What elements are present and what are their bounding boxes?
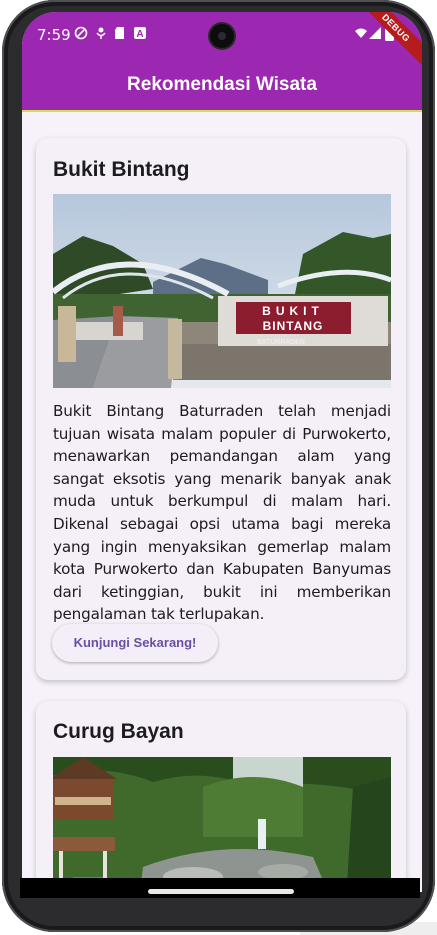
status-time: 7:59 <box>37 26 71 44</box>
destination-description: Bukit Bintang Baturraden telah menjadi t… <box>53 402 391 624</box>
sign-text-line2: BINTANG <box>263 319 324 333</box>
destination-name: Bukit Bintang <box>53 158 190 181</box>
shield-icon <box>74 26 88 40</box>
sd-card-icon <box>115 27 124 39</box>
wifi-icon <box>355 28 367 38</box>
svg-text:A: A <box>136 29 143 40</box>
phone-frame: 7:59 A DEBUG Rekomendasi Wisata Bukit Bi… <box>2 0 435 932</box>
status-bar: 7:59 A DEBUG <box>22 12 422 70</box>
bukit-bintang-photo: BUKIT BINTANG BATURRADEN <box>53 194 391 388</box>
home-gesture-handle[interactable] <box>148 889 294 894</box>
app-bar: 7:59 A DEBUG Rekomendasi Wisata <box>22 12 422 112</box>
signal-icon <box>369 27 381 39</box>
destination-card: Bukit Bintang BUKIT BINTANG BATURRADEN B… <box>36 138 406 680</box>
sign-text-line3: BATURRADEN <box>257 339 305 346</box>
destination-photo <box>53 757 391 892</box>
front-camera <box>210 24 234 48</box>
a-badge-icon: A <box>134 27 146 40</box>
system-navigation-bar <box>20 878 420 898</box>
destination-name: Curug Bayan <box>53 720 184 743</box>
visit-now-button[interactable]: Kunjungi Sekarang! <box>52 624 218 662</box>
sign-text-line1: BUKIT <box>262 304 324 318</box>
curug-bayan-photo <box>53 757 391 892</box>
page-title: Rekomendasi Wisata <box>127 74 317 95</box>
mic-icon <box>96 27 106 39</box>
destination-card: Curug Bayan <box>36 701 406 892</box>
screen: 7:59 A DEBUG Rekomendasi Wisata Bukit Bi… <box>22 12 422 892</box>
destination-list[interactable]: Bukit Bintang BUKIT BINTANG BATURRADEN B… <box>22 112 422 892</box>
destination-photo: BUKIT BINTANG BATURRADEN <box>53 194 391 388</box>
